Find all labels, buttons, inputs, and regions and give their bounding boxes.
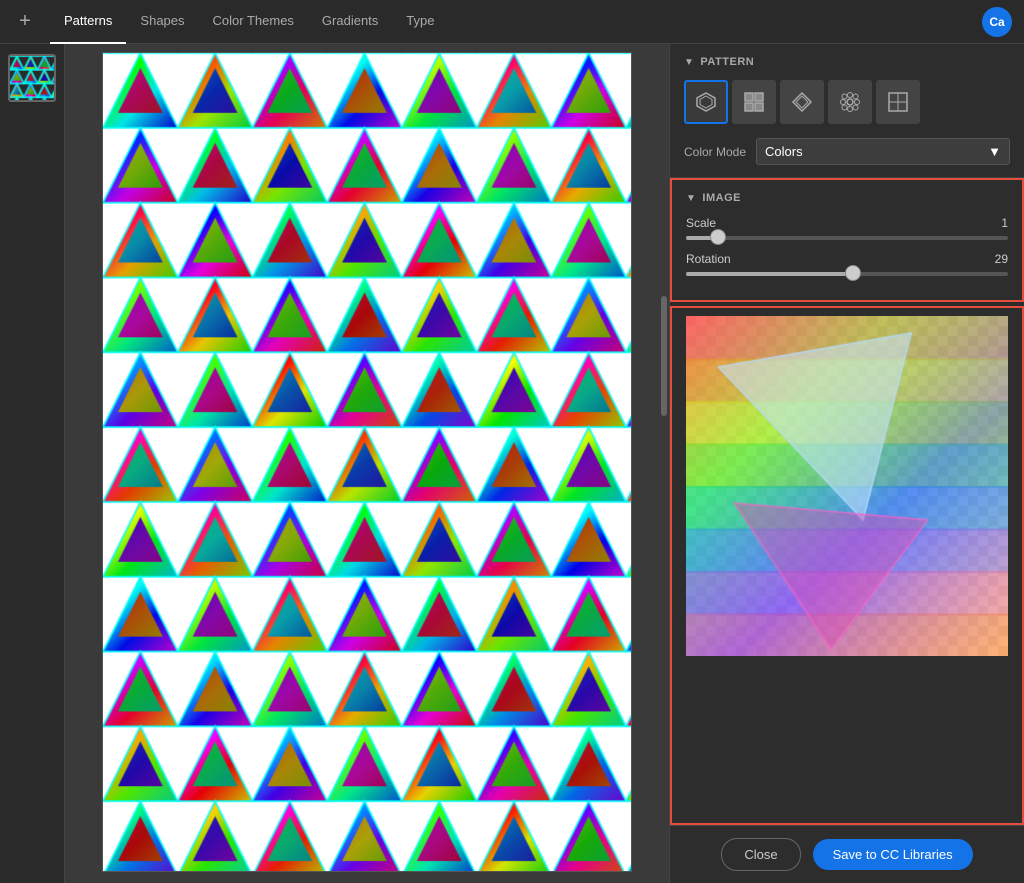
tab-shapes[interactable]: Shapes [126,0,198,44]
pattern-icon-hexagon[interactable] [684,80,728,124]
rotation-slider-track[interactable] [686,272,1008,276]
right-panel: ▼ PATTERN [669,44,1024,883]
left-sidebar [0,44,65,883]
rotation-slider-thumb[interactable] [845,265,861,281]
canvas-area [65,44,669,883]
tab-bar: + Patterns Shapes Color Themes Gradients… [0,0,1024,44]
image-section: ▼ IMAGE Scale 1 Rotation 29 [670,178,1024,302]
close-button[interactable]: Close [721,838,800,871]
preview-image [686,316,1008,656]
pattern-icon-grid-filled[interactable] [732,80,776,124]
scale-label: Scale [686,216,716,230]
rotation-value: 29 [995,252,1008,266]
pattern-section-header[interactable]: ▼ PATTERN [684,56,1010,68]
pattern-chevron-icon: ▼ [684,57,694,68]
tab-patterns[interactable]: Patterns [50,0,126,44]
rotation-slider-row: Rotation 29 [686,252,1008,276]
main-area: ▼ PATTERN [0,44,1024,883]
canvas-wrapper [102,52,632,872]
pattern-icon-grid[interactable] [876,80,920,124]
scrollbar[interactable] [661,296,667,416]
scale-slider-track[interactable] [686,236,1008,240]
pattern-section: ▼ PATTERN [670,44,1024,178]
pattern-icon-diamond[interactable] [780,80,824,124]
add-button[interactable]: + [10,7,40,37]
color-mode-label: Color Mode [684,145,746,159]
image-section-header[interactable]: ▼ IMAGE [686,192,1008,204]
rotation-label: Rotation [686,252,731,266]
color-mode-chevron-icon: ▼ [988,144,1001,159]
tab-gradients[interactable]: Gradients [308,0,392,44]
preview-section [670,306,1024,825]
pattern-icons [684,80,1010,124]
color-mode-row: Color Mode Colors ▼ [684,138,1010,165]
tab-type[interactable]: Type [392,0,448,44]
scale-slider-row: Scale 1 [686,216,1008,240]
bottom-bar: Close Save to CC Libraries [670,825,1024,883]
scale-slider-thumb[interactable] [710,229,726,245]
thumbnail-item[interactable] [8,54,56,102]
image-chevron-icon: ▼ [686,193,696,204]
tab-color-themes[interactable]: Color Themes [199,0,308,44]
color-mode-select[interactable]: Colors ▼ [756,138,1010,165]
save-button[interactable]: Save to CC Libraries [813,839,973,870]
pattern-icon-flower[interactable] [828,80,872,124]
user-avatar[interactable]: Ca [982,7,1012,37]
scale-value: 1 [1001,216,1008,230]
